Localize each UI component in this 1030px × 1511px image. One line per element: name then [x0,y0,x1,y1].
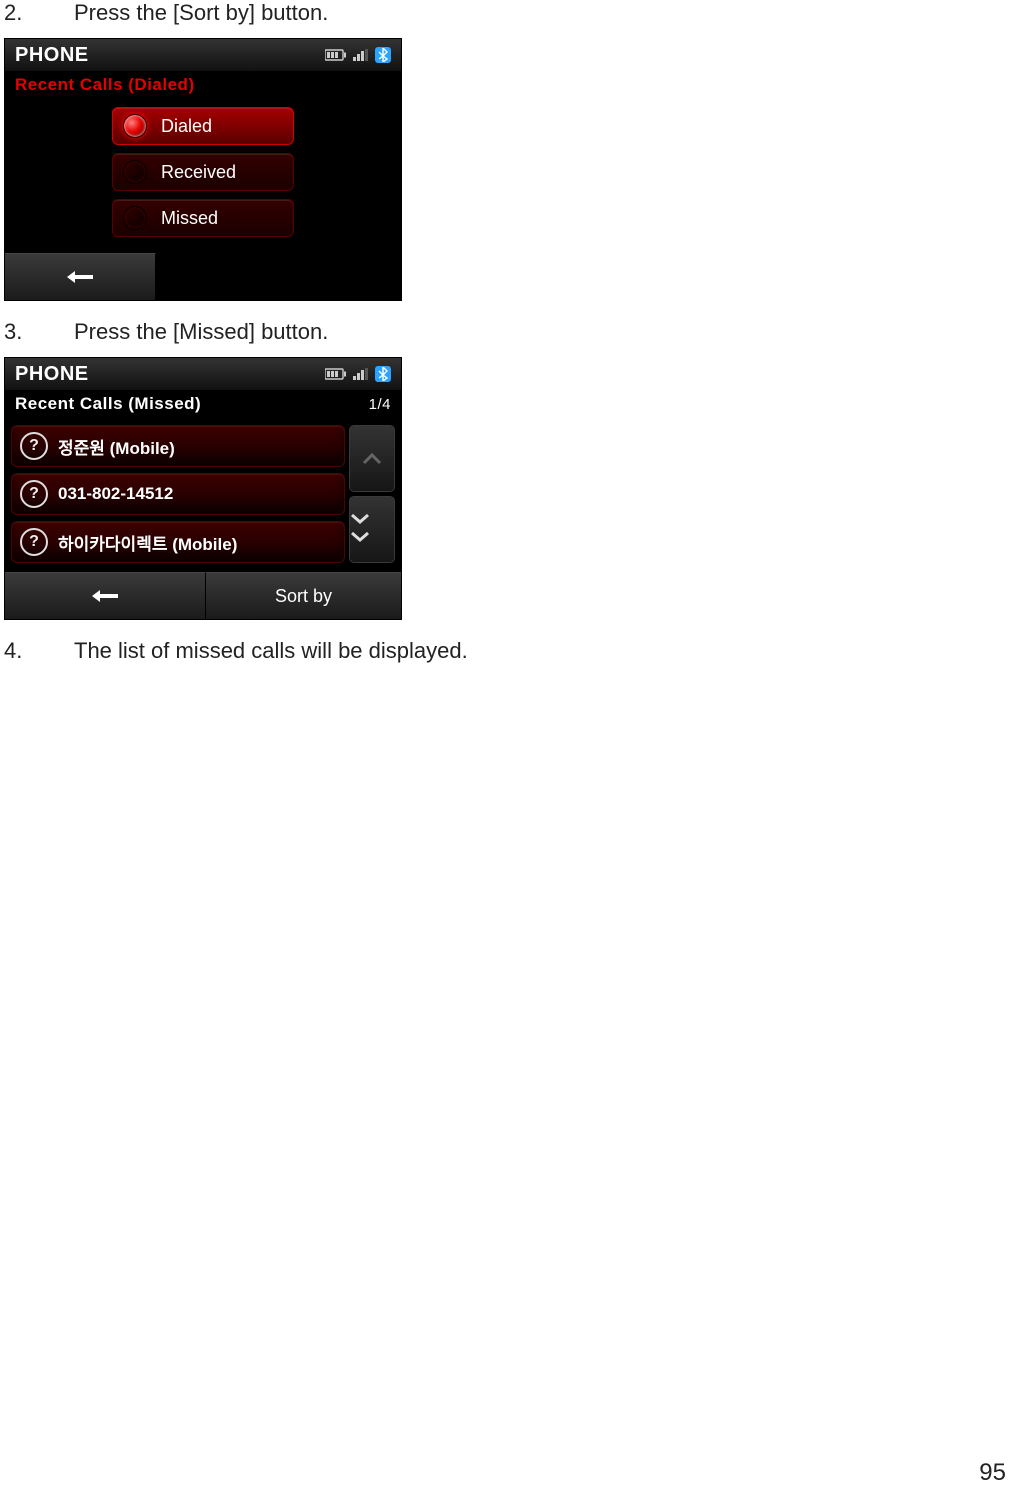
bottom-bar: Sort by [5,572,401,619]
scroll-down-button[interactable] [349,496,395,563]
battery-icon [325,368,347,380]
step-3-number: 3. [4,319,74,345]
radio-icon [123,160,147,184]
page-indicator: 1/4 [369,396,391,413]
status-bar: PHONE [5,39,401,71]
call-row-3[interactable]: ? 하이카다이렉트 (Mobile) [11,521,345,563]
scroll-controls [349,422,395,566]
sort-options: Dialed Received Missed [5,101,401,253]
page-number: 95 [979,1459,1006,1487]
step-2-number: 2. [4,0,74,26]
call-row-1-label: 정준원 (Mobile) [58,434,175,459]
unknown-contact-icon: ? [20,480,48,508]
option-received-label: Received [161,162,293,183]
step-3-text: Press the [Missed] button. [74,319,328,345]
back-button[interactable] [5,572,206,619]
status-bar: PHONE [5,358,401,390]
option-dialed[interactable]: Dialed [112,107,294,145]
chevron-double-down-icon [350,512,394,548]
step-4-text: The list of missed calls will be display… [74,638,468,664]
subtitle-text: Recent Calls (Missed) [15,394,369,414]
sort-by-button[interactable]: Sort by [206,572,401,619]
option-dialed-label: Dialed [161,116,293,137]
call-row-2-label: 031-802-14512 [58,484,173,504]
bottom-bar [5,253,401,300]
option-missed-label: Missed [161,208,293,229]
unknown-contact-icon: ? [20,432,48,460]
bluetooth-icon [375,366,391,382]
sort-by-label: Sort by [275,586,332,607]
bottom-bar-spacer [156,253,401,299]
back-button[interactable] [5,253,156,300]
step-2-text: Press the [Sort by] button. [74,0,328,26]
radio-icon [123,206,147,230]
subtitle-bar: Recent Calls (Dialed) [5,71,401,101]
step-4: 4. The list of missed calls will be disp… [4,638,1030,664]
call-list: ? 정준원 (Mobile) ? 031-802-14512 ? 하 [5,420,401,572]
battery-icon [325,49,347,61]
chevron-up-icon [362,452,382,466]
radio-selected-icon [123,114,147,138]
unknown-contact-icon: ? [20,528,48,556]
bluetooth-icon [375,47,391,63]
subtitle-bar: Recent Calls (Missed) 1/4 [5,390,401,420]
subtitle-text: Recent Calls (Dialed) [15,75,391,95]
step-2: 2. Press the [Sort by] button. [4,0,1030,26]
back-arrow-icon [88,586,122,606]
call-row-3-label: 하이카다이렉트 (Mobile) [58,530,237,555]
scroll-up-button[interactable] [349,425,395,492]
signal-icon [353,49,369,61]
step-3: 3. Press the [Missed] button. [4,319,1030,345]
app-title: PHONE [15,363,325,386]
app-title: PHONE [15,44,325,67]
call-row-2[interactable]: ? 031-802-14512 [11,473,345,515]
status-icons [325,366,391,382]
signal-icon [353,368,369,380]
screenshot-sort-by: PHONE Recent Calls (Dialed) Dialed [4,38,402,301]
step-4-number: 4. [4,638,74,664]
screenshot-missed-list: PHONE Recent Calls (Missed) 1/4 [4,357,402,620]
call-row-1[interactable]: ? 정준원 (Mobile) [11,425,345,467]
option-received[interactable]: Received [112,153,294,191]
status-icons [325,47,391,63]
option-missed[interactable]: Missed [112,199,294,237]
back-arrow-icon [63,267,97,287]
